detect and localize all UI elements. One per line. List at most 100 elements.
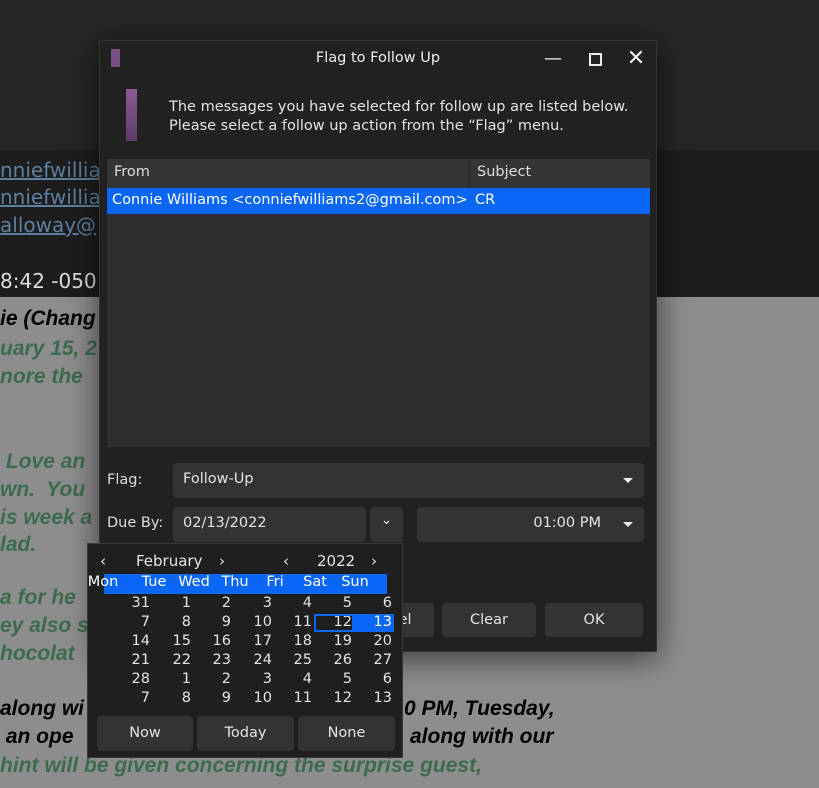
calendar-day[interactable]: 21 xyxy=(112,652,152,670)
calendar-day[interactable]: 18 xyxy=(274,633,314,651)
calendar-day[interactable]: 4 xyxy=(274,671,314,689)
body-text-line: ie (Chang xyxy=(0,307,96,330)
body-text-line: is week a xyxy=(0,506,93,529)
calendar-day[interactable]: 7 xyxy=(112,690,152,708)
maximize-icon[interactable] xyxy=(582,46,608,72)
next-month-icon[interactable]: › xyxy=(219,552,225,570)
instructions-line: The messages you have selected for follo… xyxy=(169,99,629,115)
calendar-day[interactable]: 12 xyxy=(314,614,354,632)
body-text-line: lad. xyxy=(0,533,37,556)
clear-button[interactable]: Clear xyxy=(442,603,536,637)
calendar-popup: ‹ February › ‹ 2022 › Mon Tue Wed Thu Fri Sat… xyxy=(87,543,403,758)
calendar-day[interactable]: 19 xyxy=(314,633,354,651)
calendar-day[interactable]: 3 xyxy=(234,595,274,613)
year-label: 2022 xyxy=(317,552,356,570)
calendar-day[interactable]: 2 xyxy=(193,671,233,689)
calendar-day[interactable]: 1 xyxy=(153,595,193,613)
due-by-label: Due By: xyxy=(107,515,164,531)
calendar-day[interactable]: 2 xyxy=(193,595,233,613)
calendar-day[interactable]: 3 xyxy=(234,671,274,689)
prev-year-icon[interactable]: ‹ xyxy=(283,552,289,570)
body-text-line: ey also s xyxy=(0,614,89,637)
calendar-day[interactable]: 12 xyxy=(314,690,354,708)
calendar-day[interactable]: 31 xyxy=(112,595,152,613)
calendar-day[interactable]: 9 xyxy=(193,690,233,708)
minimize-icon[interactable]: — xyxy=(540,46,566,72)
calendar-day[interactable]: 13 xyxy=(354,614,394,632)
calendar-day[interactable]: 23 xyxy=(193,652,233,670)
calendar-day[interactable]: 9 xyxy=(193,614,233,632)
chevron-down-icon: ⌄ xyxy=(380,512,393,528)
calendar-day[interactable]: 17 xyxy=(234,633,274,651)
today-button[interactable]: Today xyxy=(197,716,294,751)
weekday-mon: Mon xyxy=(87,574,119,590)
calendar-day[interactable]: 10 xyxy=(234,614,274,632)
next-year-icon[interactable]: › xyxy=(371,552,377,570)
close-icon[interactable]: ✕ xyxy=(623,46,649,72)
flag-ribbon-icon xyxy=(126,89,137,141)
cell-subject: CR xyxy=(475,192,496,208)
header-link[interactable]: nniefwillia xyxy=(0,158,101,182)
calendar-day[interactable]: 24 xyxy=(234,652,274,670)
calendar-day[interactable]: 22 xyxy=(153,652,193,670)
calendar-day[interactable]: 7 xyxy=(112,614,152,632)
body-text-line: 0 PM, Tuesday, xyxy=(404,697,555,720)
flag-select[interactable]: Follow-Up xyxy=(173,463,644,498)
body-text-line: along wi xyxy=(0,697,84,720)
calendar-day[interactable]: 25 xyxy=(274,652,314,670)
instructions-line: Please select a follow up action from th… xyxy=(169,118,564,134)
body-text-line: along with our xyxy=(410,725,554,748)
calendar-day[interactable]: 13 xyxy=(354,690,394,708)
header-date: 8:42 -050 xyxy=(0,269,97,293)
calendar-dropdown-button[interactable]: ⌄ xyxy=(370,507,403,542)
body-text-line: uary 15, 2 xyxy=(0,337,97,360)
calendar-day[interactable]: 4 xyxy=(274,595,314,613)
time-value: 01:00 PM xyxy=(533,515,601,531)
column-header-subject[interactable]: Subject xyxy=(470,159,650,188)
due-date-input[interactable]: 02/13/2022 xyxy=(173,507,366,542)
calendar-day[interactable]: 26 xyxy=(314,652,354,670)
body-text-line: an ope xyxy=(0,725,74,748)
dropdown-arrow-icon xyxy=(623,522,633,527)
calendar-day[interactable]: 27 xyxy=(354,652,394,670)
flag-value: Follow-Up xyxy=(183,471,254,487)
calendar-day[interactable]: 5 xyxy=(314,671,354,689)
body-text-line: hocolat xyxy=(0,642,75,665)
calendar-day[interactable]: 8 xyxy=(153,614,193,632)
header-link[interactable]: alloway@ xyxy=(0,213,96,237)
calendar-day[interactable]: 20 xyxy=(354,633,394,651)
calendar-day[interactable]: 10 xyxy=(234,690,274,708)
calendar-day[interactable]: 8 xyxy=(153,690,193,708)
calendar-day[interactable]: 6 xyxy=(354,671,394,689)
flag-label: Flag: xyxy=(107,472,143,488)
table-row[interactable]: Connie Williams <conniefwilliams2@gmail.… xyxy=(107,188,650,214)
column-header-from[interactable]: From xyxy=(107,159,468,188)
prev-month-icon[interactable]: ‹ xyxy=(100,552,106,570)
calendar-day[interactable]: 15 xyxy=(153,633,193,651)
calendar-day[interactable]: 14 xyxy=(112,633,152,651)
none-button[interactable]: None xyxy=(298,716,395,751)
calendar-day[interactable]: 11 xyxy=(274,614,314,632)
calendar-day[interactable]: 5 xyxy=(314,595,354,613)
calendar-day[interactable]: 1 xyxy=(153,671,193,689)
body-text-line: a for he xyxy=(0,586,76,609)
body-text-line: Love an xyxy=(0,450,86,473)
title-bar[interactable]: Flag to Follow Up — ✕ xyxy=(100,41,656,76)
calendar-day[interactable]: 16 xyxy=(193,633,233,651)
ok-button[interactable]: OK xyxy=(545,603,643,637)
body-text-line: nore the xyxy=(0,365,83,388)
header-link[interactable]: nniefwillia xyxy=(0,185,101,209)
calendar-day[interactable]: 11 xyxy=(274,690,314,708)
now-button[interactable]: Now xyxy=(97,716,193,751)
body-text-line: wn. You xyxy=(0,478,86,501)
month-label: February xyxy=(136,552,203,570)
cell-from: Connie Williams <conniefwilliams2@gmail.… xyxy=(112,192,468,208)
messages-table: From Subject Connie Williams <conniefwil… xyxy=(107,159,650,447)
calendar-day[interactable]: 28 xyxy=(112,671,152,689)
calendar-day[interactable]: 6 xyxy=(354,595,394,613)
due-time-input[interactable]: 01:00 PM xyxy=(417,507,644,542)
weekday-header: Mon Tue Wed Thu Fri Sat Sun xyxy=(88,574,387,594)
weekday-sun: Sun xyxy=(341,574,369,590)
instructions: The messages you have selected for follo… xyxy=(169,98,628,136)
dropdown-arrow-icon xyxy=(623,478,633,483)
